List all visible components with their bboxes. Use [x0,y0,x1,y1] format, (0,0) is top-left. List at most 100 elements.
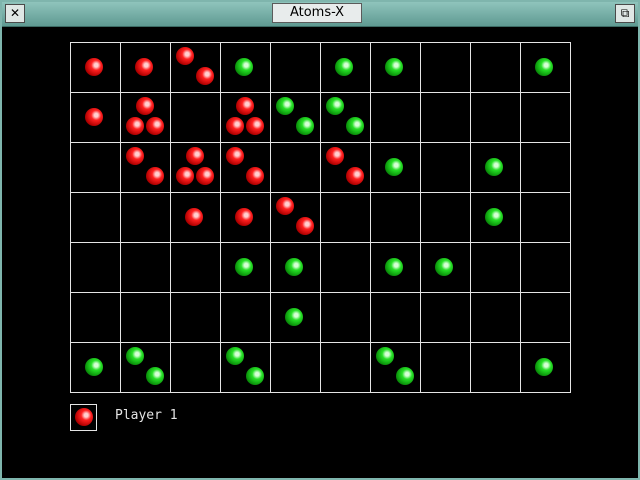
board-cell[interactable] [471,43,521,93]
board-cell[interactable] [121,243,171,293]
board-cell[interactable] [421,193,471,243]
close-button[interactable]: ✕ [5,4,25,23]
board-cell[interactable] [271,143,321,193]
board-cell[interactable] [121,293,171,343]
board-cell[interactable] [121,43,171,93]
green-atom [235,258,253,276]
board-cell[interactable] [171,293,221,343]
red-atom [85,58,103,76]
board-cell[interactable] [221,93,271,143]
board-cell[interactable] [321,43,371,93]
board-cell[interactable] [521,293,571,343]
board-cell[interactable] [121,193,171,243]
board-cell[interactable] [121,93,171,143]
board-cell[interactable] [321,143,371,193]
green-atom [346,117,364,135]
maximize-icon: ⧉ [620,6,630,20]
board-cell[interactable] [71,193,121,243]
board-cell[interactable] [221,143,271,193]
board-cell[interactable] [421,143,471,193]
green-atom [285,258,303,276]
board-cell[interactable] [71,93,121,143]
board-cell[interactable] [71,43,121,93]
board-cell[interactable] [171,343,221,393]
red-atom [146,117,164,135]
red-atom [226,117,244,135]
board-cell[interactable] [421,293,471,343]
green-atom [146,367,164,385]
board-cell[interactable] [421,43,471,93]
red-atom [236,97,254,115]
red-atom [186,147,204,165]
board-cell[interactable] [321,343,371,393]
board-cell[interactable] [471,243,521,293]
red-atom [346,167,364,185]
red-atom [196,167,214,185]
board-cell[interactable] [121,143,171,193]
board-cell[interactable] [371,243,421,293]
board-cell[interactable] [521,143,571,193]
board-cell[interactable] [271,43,321,93]
board-cell[interactable] [371,193,421,243]
green-atom [535,358,553,376]
board-cell[interactable] [421,93,471,143]
board-cell[interactable] [271,193,321,243]
red-atom [146,167,164,185]
board-cell[interactable] [221,343,271,393]
red-atom [126,147,144,165]
board-cell[interactable] [471,93,521,143]
board-cell[interactable] [371,343,421,393]
red-atom [226,147,244,165]
board-cell[interactable] [371,93,421,143]
board-cell[interactable] [471,343,521,393]
maximize-button[interactable]: ⧉ [615,4,635,23]
board-cell[interactable] [221,43,271,93]
board-cell[interactable] [321,243,371,293]
window-title: Atoms-X [272,3,362,23]
board-cell[interactable] [121,343,171,393]
board-cell[interactable] [521,93,571,143]
green-atom [285,308,303,326]
green-atom [535,58,553,76]
board-cell[interactable] [71,143,121,193]
board-cell[interactable] [221,193,271,243]
board-cell[interactable] [321,293,371,343]
board-cell[interactable] [471,143,521,193]
board-cell[interactable] [471,193,521,243]
current-player-label: Player 1 [115,408,178,423]
board-cell[interactable] [71,243,121,293]
board-cell[interactable] [271,93,321,143]
green-atom [335,58,353,76]
green-atom [126,347,144,365]
board-cell[interactable] [521,343,571,393]
board-cell[interactable] [71,343,121,393]
board-cell[interactable] [221,243,271,293]
board-cell[interactable] [521,43,571,93]
board-cell[interactable] [321,93,371,143]
green-atom [435,258,453,276]
board-cell[interactable] [271,343,321,393]
board-cell[interactable] [271,293,321,343]
red-atom [296,217,314,235]
board-cell[interactable] [371,143,421,193]
title-bar[interactable]: ✕ Atoms-X ⧉ [2,2,638,27]
board-cell[interactable] [321,193,371,243]
board-cell[interactable] [71,293,121,343]
board-cell[interactable] [421,343,471,393]
game-board [70,42,571,393]
board-cell[interactable] [421,243,471,293]
board-cell[interactable] [521,243,571,293]
board-cell[interactable] [221,293,271,343]
board-cell[interactable] [371,293,421,343]
board-cell[interactable] [171,93,221,143]
board-cell[interactable] [371,43,421,93]
green-atom [396,367,414,385]
red-atom [276,197,294,215]
board-cell[interactable] [471,293,521,343]
board-cell[interactable] [171,243,221,293]
board-cell[interactable] [521,193,571,243]
board-cell[interactable] [171,143,221,193]
board-cell[interactable] [171,43,221,93]
board-cell[interactable] [271,243,321,293]
board-cell[interactable] [171,193,221,243]
